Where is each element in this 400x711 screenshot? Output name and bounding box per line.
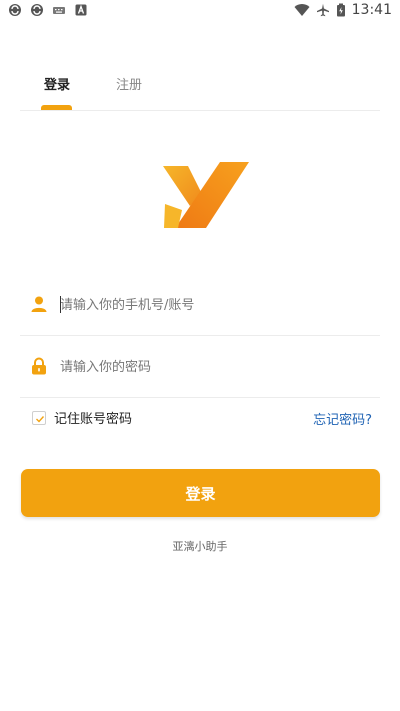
wifi-icon [294, 4, 310, 17]
remember-label: 记住账号密码 [54, 412, 133, 427]
status-bar-left [8, 3, 88, 17]
battery-icon [336, 3, 345, 17]
password-input[interactable] [60, 356, 360, 378]
lock-icon [32, 357, 46, 375]
app-name-footer: 亚漓小助手 [172, 540, 228, 553]
text-caret [60, 296, 61, 313]
status-bar: 13:41 [0, 0, 400, 22]
login-button[interactable]: 登录 [21, 469, 380, 517]
tab-login[interactable]: 登录 [44, 74, 70, 93]
a-badge-icon [75, 4, 87, 16]
account-input[interactable] [60, 294, 360, 316]
status-bar-right: 13:41 [294, 2, 392, 18]
sync-icon [9, 4, 21, 16]
app-logo [163, 162, 249, 228]
forgot-password-link[interactable]: 忘记密码? [313, 409, 372, 428]
remember-checkbox[interactable] [32, 410, 46, 425]
account-row [20, 274, 380, 336]
password-row [20, 336, 380, 398]
status-time: 13:41 [351, 2, 392, 18]
tab-register[interactable]: 注册 [116, 74, 142, 93]
airplane-icon [316, 3, 329, 17]
remember-me[interactable]: 记住账号密码 [32, 408, 132, 427]
active-tab-indicator [41, 105, 72, 110]
user-icon [31, 296, 47, 312]
check-icon [36, 415, 45, 423]
login-register-tabs: 登录 注册 [20, 62, 380, 111]
keyboard-icon [53, 7, 65, 14]
sync-icon [31, 4, 43, 16]
